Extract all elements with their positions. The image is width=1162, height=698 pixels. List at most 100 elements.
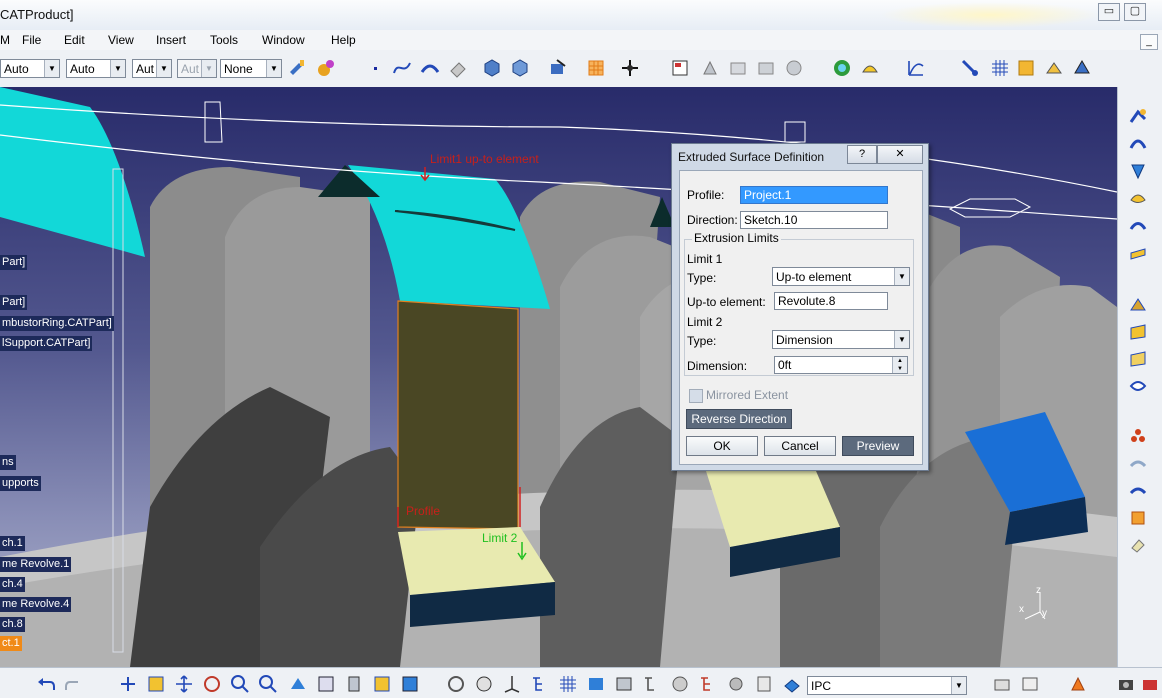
grid-view-icon[interactable] (558, 674, 578, 694)
multisection-icon[interactable] (1128, 376, 1148, 396)
mirrored-extent-checkbox[interactable] (689, 389, 703, 403)
menu-window[interactable]: Window (262, 33, 305, 47)
menu-m[interactable]: M (0, 33, 10, 47)
spinner-icon[interactable]: ▲ ▼ (892, 357, 907, 373)
connect-icon[interactable] (1128, 481, 1148, 501)
layout-icon[interactable] (1020, 674, 1040, 694)
minimize-button[interactable]: ▭ (1098, 3, 1120, 21)
menu-insert[interactable]: Insert (156, 33, 186, 47)
color-combo[interactable]: Auto ▼ (0, 59, 60, 78)
tree-node[interactable]: ch.8 (0, 617, 25, 632)
menu-view[interactable]: View (108, 33, 134, 47)
menu-edit[interactable]: Edit (64, 33, 85, 47)
fill-icon[interactable] (1128, 295, 1148, 315)
menu-file[interactable]: File (22, 33, 41, 47)
compass-icon[interactable] (992, 674, 1012, 694)
sheet-icon[interactable] (754, 674, 774, 694)
normal-view-icon[interactable] (288, 674, 308, 694)
split-icon[interactable] (510, 58, 530, 78)
tree-node[interactable]: me Revolve.4 (0, 597, 72, 612)
join-icon[interactable] (482, 58, 502, 78)
revolve-icon[interactable] (1128, 134, 1148, 154)
hide-show-icon[interactable] (400, 674, 420, 694)
zoom-out-icon[interactable] (258, 674, 278, 694)
menu-tools[interactable]: Tools (210, 33, 238, 47)
offset-icon[interactable] (1128, 215, 1148, 235)
part-icon[interactable] (614, 674, 634, 694)
undo-icon[interactable] (36, 674, 56, 694)
view-mode-icon[interactable] (344, 674, 364, 694)
camera-icon[interactable] (1116, 674, 1136, 694)
spline-icon[interactable] (392, 58, 412, 78)
settings-icon[interactable] (726, 674, 746, 694)
menu-help[interactable]: Help (331, 33, 356, 47)
graphic-properties-icon[interactable] (316, 58, 336, 78)
point-icon[interactable] (366, 58, 386, 78)
powercopy-icon[interactable] (728, 58, 748, 78)
ok-button[interactable]: OK (686, 436, 758, 456)
sketch-icon[interactable] (586, 674, 606, 694)
capture-icon[interactable] (1140, 674, 1160, 694)
tree-node[interactable]: lSupport.CATPart] (0, 336, 93, 351)
axis-system-icon[interactable] (620, 58, 640, 78)
eraser-icon[interactable] (448, 58, 468, 78)
close-button[interactable]: ✕ (877, 145, 923, 164)
painter-icon[interactable] (287, 58, 307, 78)
extrude-surface-icon[interactable] (1128, 107, 1148, 127)
redo-icon[interactable] (64, 674, 84, 694)
analysis-icon[interactable] (832, 58, 852, 78)
formula-icon[interactable] (1044, 58, 1064, 78)
reverse-direction-button[interactable]: Reverse Direction (686, 409, 792, 429)
sphere-icon[interactable] (1128, 161, 1148, 181)
profile-field[interactable]: Project.1 (740, 186, 888, 204)
maximize-button[interactable]: ▢ (1124, 3, 1146, 21)
limit2-type-select[interactable]: Dimension ▼ (772, 330, 910, 349)
cancel-button[interactable]: Cancel (764, 436, 836, 456)
instantiate-icon[interactable] (700, 58, 720, 78)
rule-icon[interactable] (1072, 58, 1092, 78)
tree-node[interactable]: Part] (0, 255, 28, 270)
mdi-minimize-button[interactable]: _ (1140, 34, 1158, 50)
loft-icon[interactable] (1128, 322, 1148, 342)
fly-icon[interactable] (118, 674, 138, 694)
multi-view-icon[interactable] (316, 674, 336, 694)
eraser-tool-icon[interactable] (1128, 534, 1148, 554)
transform-icon[interactable] (548, 58, 568, 78)
upto-element-field[interactable]: Revolute.8 (774, 292, 888, 310)
tree-node[interactable]: ch.1 (0, 536, 25, 551)
pan-icon[interactable] (174, 674, 194, 694)
ipc-combo[interactable]: IPC ▼ (807, 676, 967, 695)
shading-icon[interactable] (372, 674, 392, 694)
cylinder-icon[interactable] (1128, 188, 1148, 208)
axis-icon[interactable] (502, 674, 522, 694)
document-template-icon[interactable] (784, 58, 804, 78)
thickness-combo[interactable]: Aut ▼ (132, 59, 172, 78)
grid-icon[interactable] (586, 58, 606, 78)
pattern-icon[interactable] (1128, 427, 1148, 447)
knowledge-icon[interactable] (1016, 58, 1036, 78)
fit-all-icon[interactable] (146, 674, 166, 694)
zoom-in-icon[interactable] (230, 674, 250, 694)
blend-icon[interactable] (1128, 349, 1148, 369)
draft-analysis-icon[interactable] (860, 58, 880, 78)
tree-icon[interactable] (530, 674, 550, 694)
catalog-icon[interactable] (670, 58, 690, 78)
userfeature-icon[interactable] (756, 58, 776, 78)
tree-node-selected[interactable]: ct.1 (0, 636, 22, 651)
extrude-icon[interactable] (420, 58, 440, 78)
tree-node[interactable]: me Revolve.1 (0, 557, 72, 572)
tree-node[interactable]: upports (0, 476, 41, 491)
rotate-icon[interactable] (202, 674, 222, 694)
apply-material-icon[interactable] (1068, 674, 1088, 694)
catalog-browser-icon[interactable] (670, 674, 690, 694)
tree-node[interactable]: Part] (0, 295, 28, 310)
material-icon[interactable] (782, 674, 802, 694)
grid-snap-icon[interactable] (990, 58, 1010, 78)
preview-button[interactable]: Preview (842, 436, 914, 456)
sweep-icon[interactable] (1128, 243, 1148, 263)
dimension-field[interactable]: 0ft ▲ ▼ (774, 356, 908, 374)
3d-viewport[interactable]: Limit1 up-to element Profile Limit 2 z x… (0, 87, 1117, 667)
measure-icon[interactable] (1128, 454, 1148, 474)
help-button[interactable]: ? (847, 145, 877, 164)
limit1-type-select[interactable]: Up-to element ▼ (772, 267, 910, 286)
